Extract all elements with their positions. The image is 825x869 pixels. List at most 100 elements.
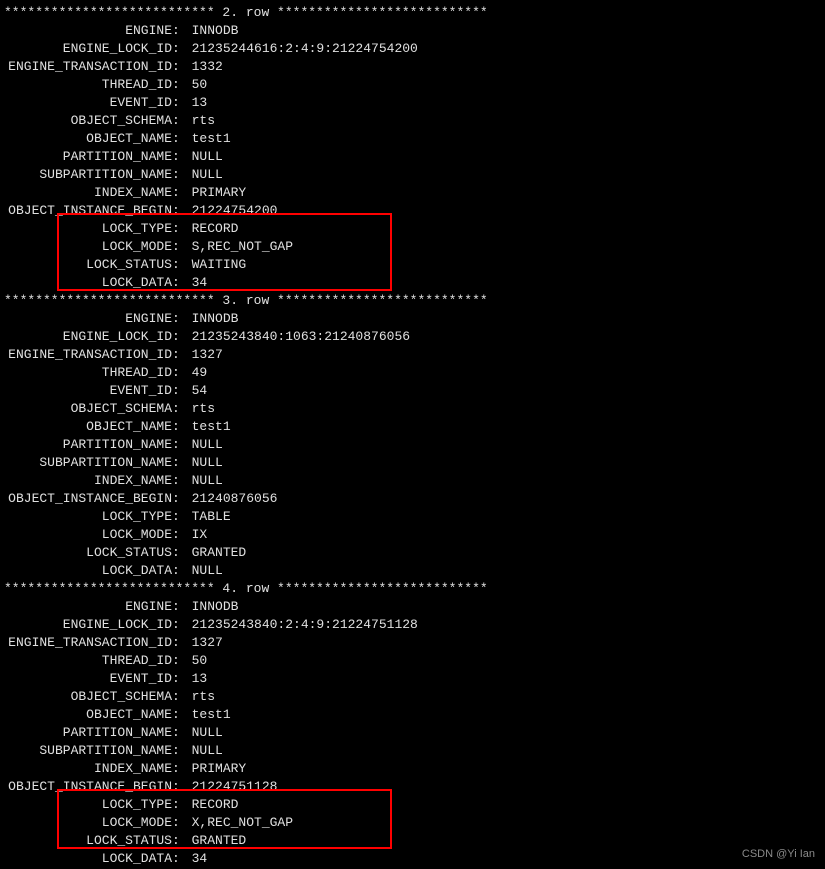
colon: : <box>172 472 192 490</box>
field-value: 21235243840:1063:21240876056 <box>192 328 410 346</box>
field-line: LOCK_MODE: IX <box>0 526 825 544</box>
field-label: EVENT_ID <box>0 382 172 400</box>
field-line: LOCK_DATA: NULL <box>0 562 825 580</box>
colon: : <box>172 688 192 706</box>
colon: : <box>172 310 192 328</box>
field-value: 49 <box>192 364 208 382</box>
field-value: NULL <box>192 148 223 166</box>
watermark: CSDN @Yi Ian <box>742 845 815 863</box>
field-value: S,REC_NOT_GAP <box>192 238 293 256</box>
field-line: OBJECT_NAME: test1 <box>0 130 825 148</box>
colon: : <box>172 634 192 652</box>
field-line: LOCK_MODE: X,REC_NOT_GAP <box>0 814 825 832</box>
colon: : <box>172 256 192 274</box>
field-label: ENGINE <box>0 598 172 616</box>
field-line: LOCK_STATUS: WAITING <box>0 256 825 274</box>
field-label: ENGINE_TRANSACTION_ID <box>0 58 172 76</box>
field-label: ENGINE_LOCK_ID <box>0 40 172 58</box>
colon: : <box>172 760 192 778</box>
field-line: OBJECT_SCHEMA: rts <box>0 112 825 130</box>
field-label: THREAD_ID <box>0 364 172 382</box>
field-value: NULL <box>192 724 223 742</box>
field-value: RECORD <box>192 796 239 814</box>
field-value: NULL <box>192 472 223 490</box>
field-label: ENGINE <box>0 22 172 40</box>
field-label: LOCK_STATUS <box>0 544 172 562</box>
field-line: SUBPARTITION_NAME: NULL <box>0 454 825 472</box>
field-value: RECORD <box>192 220 239 238</box>
row-separator: *************************** 4. row *****… <box>0 580 825 598</box>
field-value: rts <box>192 112 215 130</box>
colon: : <box>172 328 192 346</box>
field-line: THREAD_ID: 50 <box>0 76 825 94</box>
field-label: OBJECT_NAME <box>0 130 172 148</box>
field-label: LOCK_STATUS <box>0 256 172 274</box>
colon: : <box>172 418 192 436</box>
field-label: INDEX_NAME <box>0 472 172 490</box>
field-value: 50 <box>192 76 208 94</box>
field-line: EVENT_ID: 13 <box>0 670 825 688</box>
colon: : <box>172 742 192 760</box>
colon: : <box>172 40 192 58</box>
colon: : <box>172 724 192 742</box>
colon: : <box>172 832 192 850</box>
field-value: PRIMARY <box>192 760 247 778</box>
field-line: LOCK_TYPE: RECORD <box>0 796 825 814</box>
field-label: OBJECT_INSTANCE_BEGIN <box>0 202 172 220</box>
field-value: NULL <box>192 166 223 184</box>
colon: : <box>172 22 192 40</box>
field-value: X,REC_NOT_GAP <box>192 814 293 832</box>
colon: : <box>172 274 192 292</box>
field-label: INDEX_NAME <box>0 760 172 778</box>
field-line: ENGINE_TRANSACTION_ID: 1332 <box>0 58 825 76</box>
field-label: EVENT_ID <box>0 94 172 112</box>
colon: : <box>172 796 192 814</box>
field-line: EVENT_ID: 13 <box>0 94 825 112</box>
colon: : <box>172 544 192 562</box>
field-label: LOCK_MODE <box>0 238 172 256</box>
field-line: THREAD_ID: 49 <box>0 364 825 382</box>
colon: : <box>172 598 192 616</box>
colon: : <box>172 184 192 202</box>
field-line: ENGINE_LOCK_ID: 21235244616:2:4:9:212247… <box>0 40 825 58</box>
row-separator: *************************** 2. row *****… <box>0 4 825 22</box>
colon: : <box>172 346 192 364</box>
field-value: 1327 <box>192 634 223 652</box>
field-label: ENGINE <box>0 310 172 328</box>
field-line: LOCK_TYPE: RECORD <box>0 220 825 238</box>
field-value: test1 <box>192 130 231 148</box>
colon: : <box>172 382 192 400</box>
field-line: OBJECT_INSTANCE_BEGIN: 21240876056 <box>0 490 825 508</box>
field-line: OBJECT_NAME: test1 <box>0 706 825 724</box>
colon: : <box>172 508 192 526</box>
field-value: INNODB <box>192 310 239 328</box>
colon: : <box>172 814 192 832</box>
field-label: PARTITION_NAME <box>0 436 172 454</box>
field-label: ENGINE_TRANSACTION_ID <box>0 346 172 364</box>
field-label: LOCK_TYPE <box>0 220 172 238</box>
field-value: 54 <box>192 382 208 400</box>
field-value: 13 <box>192 670 208 688</box>
field-label: OBJECT_INSTANCE_BEGIN <box>0 490 172 508</box>
field-line: PARTITION_NAME: NULL <box>0 436 825 454</box>
field-value: 50 <box>192 652 208 670</box>
field-value: test1 <box>192 418 231 436</box>
field-label: OBJECT_NAME <box>0 706 172 724</box>
field-value: NULL <box>192 742 223 760</box>
colon: : <box>172 238 192 256</box>
colon: : <box>172 706 192 724</box>
field-label: ENGINE_LOCK_ID <box>0 328 172 346</box>
colon: : <box>172 436 192 454</box>
field-value: GRANTED <box>192 544 247 562</box>
field-label: THREAD_ID <box>0 76 172 94</box>
field-value: 21224754200 <box>192 202 278 220</box>
field-value: INNODB <box>192 598 239 616</box>
field-label: SUBPARTITION_NAME <box>0 166 172 184</box>
field-label: LOCK_STATUS <box>0 832 172 850</box>
field-label: LOCK_MODE <box>0 526 172 544</box>
field-value: 1332 <box>192 58 223 76</box>
field-value: NULL <box>192 562 223 580</box>
field-label: OBJECT_SCHEMA <box>0 400 172 418</box>
colon: : <box>172 58 192 76</box>
field-value: NULL <box>192 436 223 454</box>
